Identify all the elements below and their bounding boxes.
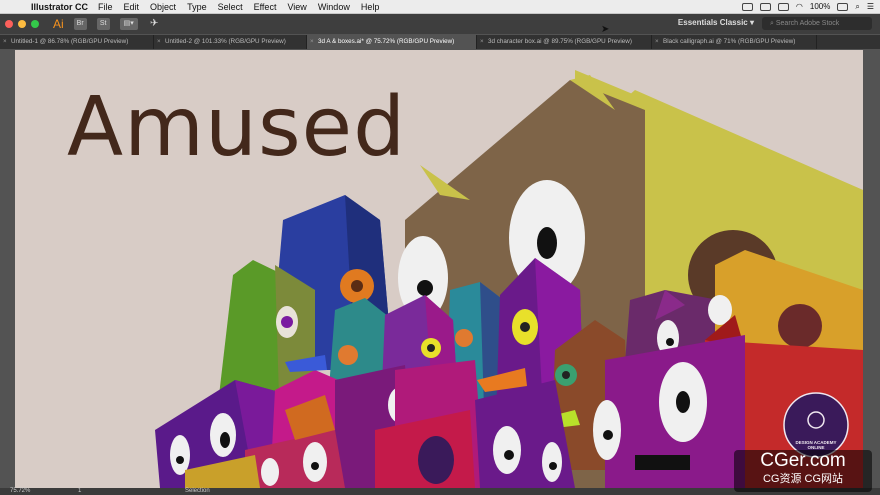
artboard[interactable]: Amused DESIGN ACADEMY ONLINE [15,50,863,488]
close-tab-icon[interactable]: × [655,35,659,49]
tab-untitled-2[interactable]: × Untitled-2 @ 101.33% (RGB/GPU Preview) [154,35,307,49]
watermark: CGer.com CG资源 CG网站 [734,450,872,492]
gpu-performance-icon[interactable]: ✈ [148,18,161,30]
menu-file[interactable]: File [98,2,113,12]
menu-effect[interactable]: Effect [254,2,277,12]
zoom-window-button[interactable] [31,20,39,28]
minimize-window-button[interactable] [18,20,26,28]
screen-icon[interactable] [741,2,753,11]
bridge-button[interactable]: Br [73,18,87,30]
stock-button[interactable]: St [96,18,110,30]
menu-edit[interactable]: Edit [124,2,140,12]
tab-label: Black calligraph.ai @ 71% (RGB/GPU Previ… [663,38,796,45]
current-tool[interactable]: Selection [185,488,210,495]
battery-icon[interactable] [837,2,849,11]
mouse-cursor-icon: ➤ [601,24,610,35]
illustrator-logo: Ai [53,17,64,31]
search-icon[interactable]: ⌕ [855,2,859,12]
tab-3d-a-boxes[interactable]: × 3d A & boxes.ai* @ 75.72% (RGB/GPU Prev… [307,35,477,49]
close-tab-icon[interactable]: × [480,35,484,49]
close-tab-icon[interactable]: × [310,35,314,49]
menu-help[interactable]: Help [361,2,380,12]
menu-object[interactable]: Object [150,2,176,12]
monster-illustration [155,70,863,488]
watermark-line-1: CGer.com [760,450,846,471]
artboard-number[interactable]: 1 [78,488,81,495]
workspace-label: Essentials Classic [677,18,748,27]
dropbox-icon[interactable] [759,2,771,11]
tab-untitled-1[interactable]: × Untitled-1 @ 86.78% (RGB/GPU Preview) [0,35,154,49]
search-placeholder: Search Adobe Stock [775,20,840,27]
badge-text: DESIGN ACADEMY ONLINE [780,440,852,450]
app-menu[interactable]: Illustrator CC [31,2,88,12]
tab-black-calligraph[interactable]: × Black calligraph.ai @ 71% (RGB/GPU Prev… [652,35,817,49]
menu-type[interactable]: Type [187,2,207,12]
tab-label: 3d A & boxes.ai* @ 75.72% (RGB/GPU Previ… [318,38,455,45]
tab-label: Untitled-1 @ 86.78% (RGB/GPU Preview) [11,38,129,45]
close-tab-icon[interactable]: × [3,35,7,49]
notification-icon[interactable]: ☰ [867,2,874,11]
wifi-icon[interactable]: ◠ [796,2,803,11]
search-stock-input[interactable]: ⌕ Search Adobe Stock [762,17,872,30]
tab-label: 3d character box.ai @ 89.75% (RGB/GPU Pr… [488,38,632,45]
status-menus: ◠ 100% ⌕ ☰ [741,0,874,13]
app-toolbar: Ai Br St ▤▾ ✈ Essentials Classic ▾ ⌕ Sea… [0,14,880,34]
document-tabs: × Untitled-1 @ 86.78% (RGB/GPU Preview) ×… [0,35,880,49]
tab-label: Untitled-2 @ 101.33% (RGB/GPU Preview) [165,38,286,45]
battery-label: 100% [809,2,831,11]
menu-bar: Illustrator CC File Edit Object Type Sel… [0,0,880,14]
display-icon[interactable] [777,2,789,11]
menu-select[interactable]: Select [218,2,243,12]
menu-window[interactable]: Window [318,2,350,12]
close-window-button[interactable] [5,20,13,28]
tab-3d-character-box[interactable]: × 3d character box.ai @ 89.75% (RGB/GPU P… [477,35,652,49]
watermark-line-2: CG资源 CG网站 [762,473,844,485]
workspace-switcher[interactable]: Essentials Classic ▾ [678,18,754,27]
arrange-documents-icon[interactable]: ▤▾ [119,18,138,30]
menu-view[interactable]: View [287,2,306,12]
zoom-level[interactable]: 75.72% [10,488,30,495]
close-tab-icon[interactable]: × [157,35,161,49]
